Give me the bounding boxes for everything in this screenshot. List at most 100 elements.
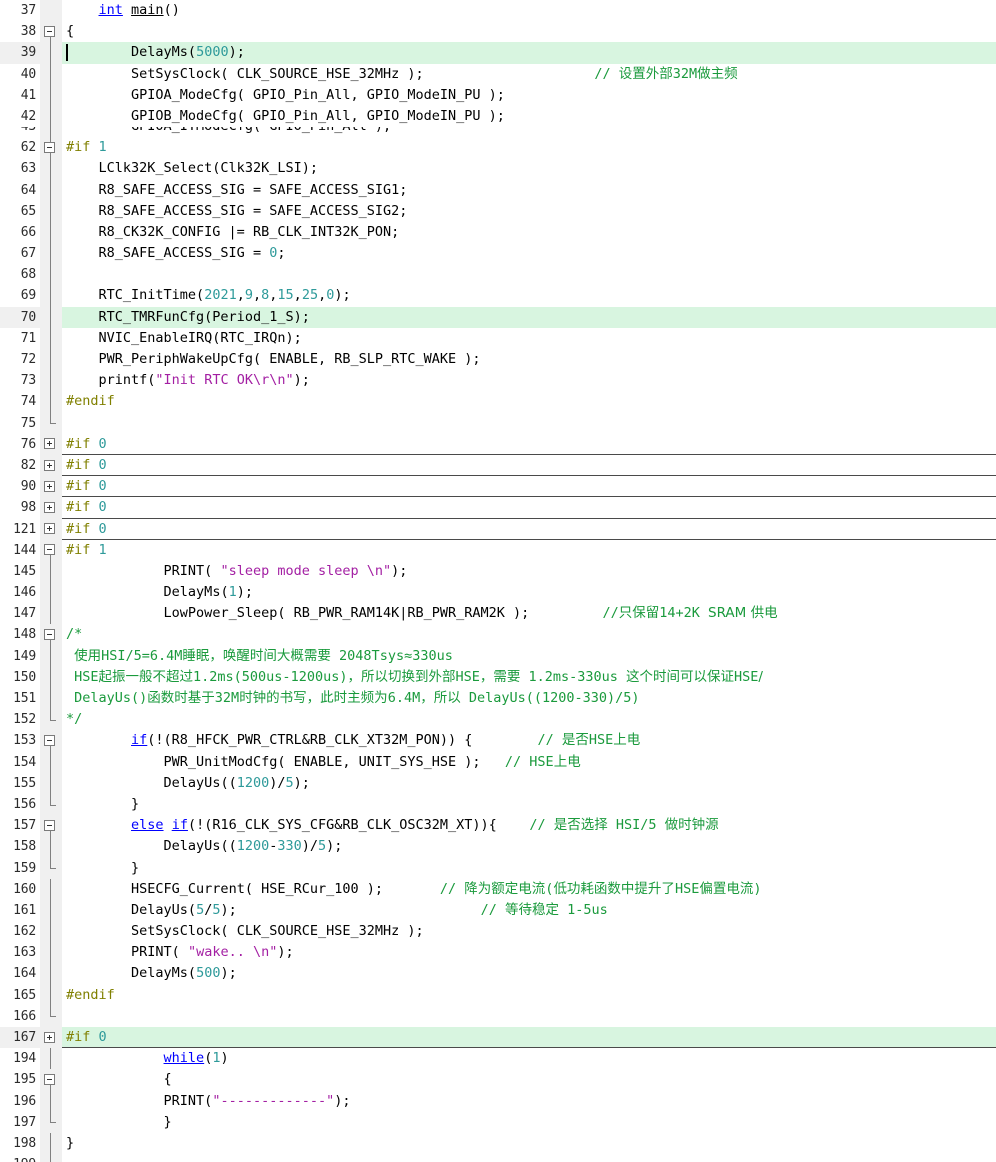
code-text[interactable]: PRINT( "sleep mode sleep \n"); <box>62 560 996 583</box>
fold-column[interactable] <box>40 624 62 646</box>
fold-column[interactable] <box>40 730 62 752</box>
fold-column[interactable] <box>40 836 62 858</box>
fold-column[interactable] <box>40 815 62 837</box>
code-line[interactable]: 64 R8_SAFE_ACCESS_SIG = SAFE_ACCESS_SIG1… <box>0 179 996 201</box>
code-line[interactable]: 65 R8_SAFE_ACCESS_SIG = SAFE_ACCESS_SIG2… <box>0 200 996 222</box>
code-text[interactable]: if(!(R8_HFCK_PWR_CTRL&RB_CLK_XT32M_PON))… <box>62 730 996 752</box>
code-text[interactable]: } <box>62 1111 996 1133</box>
code-text[interactable]: R8_SAFE_ACCESS_SIG = SAFE_ACCESS_SIG1; <box>62 179 996 201</box>
code-line[interactable]: 66 R8_CK32K_CONFIG |= RB_CLK_INT32K_PON; <box>0 221 996 244</box>
fold-column[interactable] <box>40 560 62 583</box>
fold-column[interactable] <box>40 264 62 286</box>
code-line[interactable]: 154 PWR_UnitModCfg( ENABLE, UNIT_SYS_HSE… <box>0 751 996 773</box>
fold-column[interactable] <box>40 1132 62 1155</box>
code-text[interactable]: #if 0 <box>62 518 996 540</box>
code-line[interactable]: 151 DelayUs()函数时基于32M时钟的书写，此时主频为6.4M，所以 … <box>0 688 996 710</box>
fold-column[interactable] <box>40 349 62 371</box>
fold-collapse-icon[interactable] <box>44 544 55 556</box>
code-line[interactable]: 148 /* <box>0 624 996 646</box>
code-line[interactable]: 69 RTC_InitTime(2021,9,8,15,25,0); <box>0 285 996 307</box>
fold-column[interactable] <box>40 539 62 561</box>
code-text[interactable] <box>62 264 996 286</box>
code-text[interactable]: int main() <box>62 0 996 22</box>
code-text[interactable]: #if 0 <box>62 1027 996 1049</box>
fold-column[interactable] <box>40 603 62 625</box>
fold-column[interactable] <box>40 137 62 159</box>
code-line[interactable]: 144 #if 1 <box>0 539 996 561</box>
fold-column[interactable] <box>40 42 62 64</box>
code-line[interactable]: 146 DelayMs(1); <box>0 582 996 604</box>
code-line[interactable]: 75 <box>0 412 996 434</box>
code-text[interactable]: { <box>62 1069 996 1091</box>
code-line[interactable]: 43 GPIOA_ITModeCfg( GPIO_Pin_All ); <box>0 127 996 138</box>
fold-collapse-icon[interactable] <box>44 629 55 641</box>
code-line[interactable]: 42 GPIOB_ModeCfg( GPIO_Pin_All, GPIO_Mod… <box>0 105 996 128</box>
fold-column[interactable] <box>40 433 62 455</box>
code-text[interactable]: #if 0 <box>62 433 996 455</box>
code-text[interactable]: LowPower_Sleep( RB_PWR_RAM14K|RB_PWR_RAM… <box>62 603 996 625</box>
fold-column[interactable] <box>40 899 62 922</box>
code-line[interactable]: 164 DelayMs(500); <box>0 963 996 985</box>
fold-column[interactable] <box>40 1069 62 1091</box>
code-text[interactable]: PRINT("-------------"); <box>62 1090 996 1112</box>
code-text[interactable]: #endif <box>62 391 996 413</box>
code-line[interactable]: 82 #if 0 <box>0 454 996 477</box>
code-line[interactable]: 198} <box>0 1132 996 1155</box>
code-line[interactable]: 157 else if(!(R16_CLK_SYS_CFG&RB_CLK_OSC… <box>0 815 996 837</box>
fold-collapse-icon[interactable] <box>44 25 55 37</box>
code-line[interactable]: 39 DelayMs(5000); <box>0 42 996 64</box>
code-text[interactable]: HSE起振一般不超过1.2ms(500us-1200us)，所以切换到外部HSE… <box>62 666 996 688</box>
fold-column[interactable] <box>40 688 62 710</box>
fold-column[interactable] <box>40 476 62 498</box>
fold-column[interactable] <box>40 518 62 540</box>
fold-column[interactable] <box>40 158 62 180</box>
fold-column[interactable] <box>40 1048 62 1070</box>
code-line[interactable]: 71 NVIC_EnableIRQ(RTC_IRQn); <box>0 327 996 349</box>
fold-column[interactable] <box>40 751 62 773</box>
code-line[interactable]: 63 LClk32K_Select(Clk32K_LSI); <box>0 158 996 180</box>
fold-expand-icon[interactable] <box>44 501 55 513</box>
fold-column[interactable] <box>40 1090 62 1112</box>
code-line[interactable]: 162 SetSysClock( CLK_SOURCE_HSE_32MHz ); <box>0 921 996 943</box>
code-line[interactable]: 158 DelayUs((1200-330)/5); <box>0 836 996 858</box>
fold-column[interactable] <box>40 772 62 794</box>
fold-column[interactable] <box>40 63 62 85</box>
code-line[interactable]: 155 DelayUs((1200)/5); <box>0 772 996 794</box>
code-line[interactable]: 149 使用HSI/5=6.4M睡眠，唤醒时间大概需要 2048Tsys≈330… <box>0 645 996 667</box>
code-line[interactable]: 196 PRINT("-------------"); <box>0 1090 996 1112</box>
code-line[interactable]: 147 LowPower_Sleep( RB_PWR_RAM14K|RB_PWR… <box>0 603 996 625</box>
code-text[interactable]: DelayMs(500); <box>62 963 996 985</box>
fold-column[interactable] <box>40 391 62 413</box>
code-text[interactable]: } <box>62 857 996 879</box>
fold-expand-icon[interactable] <box>44 438 55 450</box>
code-text[interactable]: RTC_InitTime(2021,9,8,15,25,0); <box>62 285 996 307</box>
fold-expand-icon[interactable] <box>44 480 55 492</box>
code-line[interactable]: 165 #endif <box>0 984 996 1006</box>
code-text[interactable]: SetSysClock( CLK_SOURCE_HSE_32MHz ); <box>62 921 996 943</box>
code-line[interactable]: 161 DelayUs(5/5); // 等待稳定 1-5us <box>0 899 996 922</box>
fold-column[interactable] <box>40 963 62 985</box>
code-text[interactable]: #if 0 <box>62 476 996 498</box>
fold-column[interactable] <box>40 984 62 1006</box>
code-line[interactable]: 194 while(1) <box>0 1048 996 1070</box>
code-line[interactable]: 90 #if 0 <box>0 476 996 498</box>
code-text[interactable]: NVIC_EnableIRQ(RTC_IRQn); <box>62 327 996 349</box>
fold-column[interactable] <box>40 327 62 349</box>
fold-collapse-icon[interactable] <box>44 1073 55 1085</box>
code-line[interactable]: 72 PWR_PeriphWakeUpCfg( ENABLE, RB_SLP_R… <box>0 349 996 371</box>
fold-column[interactable] <box>40 370 62 392</box>
code-text[interactable]: #if 1 <box>62 539 996 561</box>
code-line[interactable]: 163 PRINT( "wake.. \n"); <box>0 942 996 964</box>
fold-collapse-icon[interactable] <box>44 141 55 153</box>
fold-column[interactable] <box>40 497 62 519</box>
fold-expand-icon[interactable] <box>44 459 55 471</box>
code-text[interactable]: while(1) <box>62 1048 996 1070</box>
code-text[interactable]: SetSysClock( CLK_SOURCE_HSE_32MHz ); // … <box>62 63 996 85</box>
code-text[interactable]: GPIOB_ModeCfg( GPIO_Pin_All, GPIO_ModeIN… <box>62 105 996 128</box>
fold-column[interactable] <box>40 0 62 22</box>
code-line[interactable]: 197 } <box>0 1111 996 1133</box>
fold-column[interactable] <box>40 285 62 307</box>
code-line[interactable]: 74 #endif <box>0 391 996 413</box>
code-line[interactable]: 145 PRINT( "sleep mode sleep \n"); <box>0 560 996 583</box>
code-line[interactable]: 195 { <box>0 1069 996 1091</box>
